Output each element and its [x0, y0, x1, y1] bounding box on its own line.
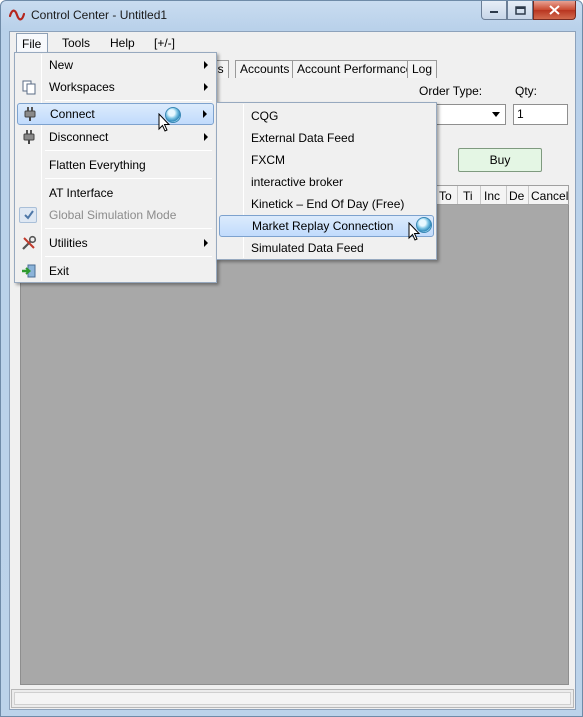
tab-log[interactable]: Log	[407, 60, 438, 78]
tab-account-performance[interactable]: Account Performance	[292, 60, 418, 78]
menu-item-workspaces[interactable]: Workspaces	[17, 76, 214, 98]
column-header-to[interactable]: To	[439, 189, 452, 203]
column-header-de[interactable]: De	[509, 189, 524, 203]
menu-separator	[45, 256, 212, 257]
column-separator	[506, 186, 507, 204]
window-title: Control Center - Untitled1	[31, 8, 168, 22]
menu-item-at-interface[interactable]: AT Interface	[17, 182, 214, 204]
plug-disconnect-icon	[23, 130, 35, 144]
mouse-pointer-icon	[408, 222, 421, 241]
submenu-arrow-icon	[204, 83, 208, 91]
menu-separator	[45, 178, 212, 179]
minimize-icon	[490, 11, 498, 13]
connect-item-external-data-feed[interactable]: External Data Feed	[219, 127, 434, 149]
file-menu: New Workspaces Connect Disconnect Flatte…	[14, 52, 217, 283]
menu-item-utilities[interactable]: Utilities	[17, 232, 214, 254]
menu-expand-toggle[interactable]: [+/-]	[154, 36, 175, 50]
connect-item-simulated-data-feed[interactable]: Simulated Data Feed	[219, 237, 434, 259]
checkmark-icon	[24, 210, 34, 220]
minimize-button[interactable]	[481, 1, 507, 20]
mouse-pointer-icon	[158, 113, 171, 132]
column-header-inc[interactable]: Inc	[484, 189, 500, 203]
plug-connect-icon	[24, 107, 36, 121]
buy-button[interactable]: Buy	[458, 148, 542, 172]
menu-item-flatten-everything[interactable]: Flatten Everything	[17, 154, 214, 176]
menu-separator	[45, 150, 212, 151]
connect-item-fxcm[interactable]: FXCM	[219, 149, 434, 171]
app-logo-icon	[9, 9, 25, 21]
status-bar-panel	[14, 692, 571, 705]
menu-tools[interactable]: Tools	[62, 36, 90, 50]
tools-icon	[22, 235, 37, 250]
qty-input[interactable]: 1	[513, 104, 568, 125]
menu-item-disconnect[interactable]: Disconnect	[17, 126, 214, 148]
menu-separator	[45, 228, 212, 229]
connect-item-cqg[interactable]: CQG	[219, 105, 434, 127]
close-button[interactable]	[533, 1, 576, 20]
column-header-ti[interactable]: Ti	[463, 189, 473, 203]
menu-help[interactable]: Help	[110, 36, 135, 50]
menu-separator	[45, 100, 212, 101]
connect-submenu: CQG External Data Feed FXCM interactive …	[216, 102, 437, 260]
exit-icon	[22, 264, 36, 278]
connect-item-interactive-broker[interactable]: interactive broker	[219, 171, 434, 193]
column-header-cancel[interactable]: Cancel	[531, 189, 568, 203]
connect-item-market-replay[interactable]: Market Replay Connection	[219, 215, 434, 237]
order-type-label: Order Type:	[419, 84, 483, 98]
column-separator	[480, 186, 481, 204]
column-separator	[528, 186, 529, 204]
connect-item-kinetick[interactable]: Kinetick – End Of Day (Free)	[219, 193, 434, 215]
tab-accounts[interactable]: Accounts	[235, 60, 295, 78]
dropdown-arrow-icon	[488, 106, 504, 123]
menu-file[interactable]: File	[16, 33, 48, 54]
submenu-arrow-icon	[204, 61, 208, 69]
workspaces-icon	[22, 80, 36, 95]
maximize-icon	[514, 5, 526, 15]
maximize-button[interactable]	[507, 1, 533, 20]
menu-item-connect[interactable]: Connect	[17, 103, 214, 125]
menu-bar: File Tools Help [+/-]	[10, 32, 575, 54]
submenu-arrow-icon	[203, 110, 207, 118]
submenu-arrow-icon	[204, 133, 208, 141]
close-icon	[549, 5, 560, 15]
column-separator	[457, 186, 458, 204]
submenu-arrow-icon	[204, 239, 208, 247]
menu-item-new[interactable]: New	[17, 54, 214, 76]
status-bar	[11, 689, 574, 708]
qty-label: Qty:	[515, 84, 538, 98]
menu-item-global-simulation-mode[interactable]: Global Simulation Mode	[17, 204, 214, 226]
title-bar[interactable]: Control Center - Untitled1	[1, 1, 582, 29]
menu-item-exit[interactable]: Exit	[17, 260, 214, 282]
